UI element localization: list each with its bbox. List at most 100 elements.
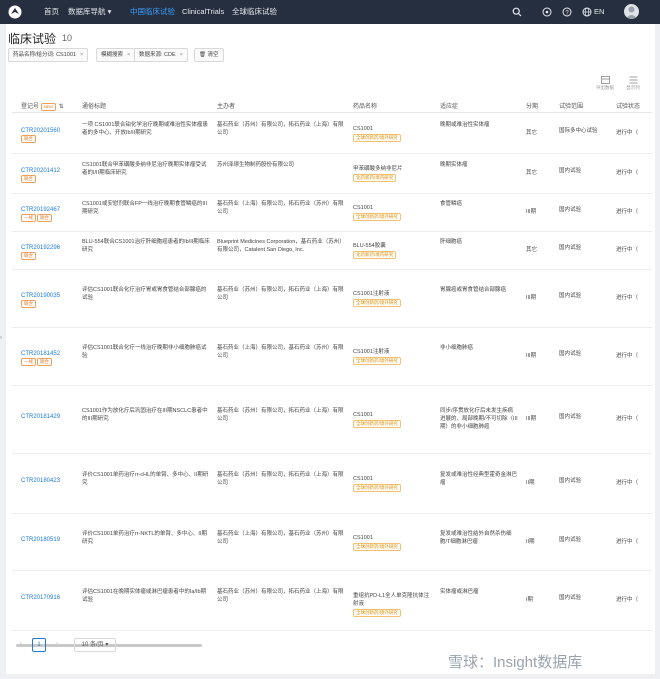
drug-name: 重组抗PD-L1全人单克隆抗体注射液 [353, 593, 430, 607]
search-icon[interactable] [512, 7, 522, 17]
trial-title[interactable]: 一项 CS1001联合铂化学治疗晚期或难治性实体瘤患者的多中心、开放Ib/II期… [82, 121, 210, 145]
filter-chip-source[interactable]: 数据来源: CDE × [134, 48, 188, 62]
table-row[interactable]: CTR20180423 评价CS1001单药治疗rr-cHL的单臂、多中心、II期… [12, 453, 652, 514]
clear-filters-button[interactable]: 🗑 清空 [194, 48, 224, 62]
table-row[interactable]: CTR20192467 一线 联合 CS1001或安慰剂联合FP一线治疗晚期食管鳞癌的… [12, 193, 652, 232]
trial-status: 进行中（ [616, 353, 639, 359]
trial-badge: 联合 [21, 300, 36, 308]
table-row[interactable]: CTR20201560 联合 一项 CS1001联合铂化学治疗晚期或难治性实体瘤患者… [12, 113, 652, 154]
registration-number-link[interactable]: CTR20201412 [21, 168, 60, 174]
watermark: 雪球：Insight数据库 [448, 654, 583, 671]
message-icon[interactable] [542, 7, 552, 17]
trial-scope: 国内试验 [559, 293, 582, 299]
trial-scope: 国内试验 [559, 168, 582, 174]
result-count: 10 [62, 33, 73, 43]
indication: 实体瘤或淋巴瘤 [440, 589, 479, 595]
registration-number-link[interactable]: CTR20180519 [21, 537, 60, 543]
drug-name: 甲苯磺酸多纳非尼片 [353, 166, 403, 172]
table-row[interactable]: CTR20181429 CS1001作为放化疗后巩固治疗在III期NSCLC患者中… [12, 385, 652, 454]
registration-number-link[interactable]: CTR20181429 [21, 414, 60, 420]
sort-icon[interactable]: ⇅ [59, 104, 64, 110]
close-icon[interactable]: × [127, 52, 130, 58]
trial-title[interactable]: 评价CS1001单药治疗rr-cHL的单臂、多中心、II期研究 [82, 471, 210, 495]
sponsor: 基石药业（苏州）有限公司，拓石药业（上海）有限公司 [217, 408, 344, 422]
drug-name: BLU-554胶囊 [353, 243, 386, 249]
drug-category-tag: 全球创新药/境外研究 [353, 484, 401, 492]
trial-title[interactable]: CS1001或安慰剂联合FP一线治疗晚期食管鳞癌的III期研究 [82, 200, 210, 224]
trial-title[interactable]: 评估CS1001在晚期实体瘤或淋巴瘤患者中的Ia/Ib期试验 [82, 588, 210, 612]
trial-status: 进行中（ [616, 597, 639, 603]
nav-database-guide[interactable]: 数据库导航 ▾ [68, 0, 111, 24]
table-row[interactable]: CTR20170916 评估CS1001在晚期实体瘤或淋巴瘤患者中的Ia/Ib期试… [12, 570, 652, 631]
registration-number-link[interactable]: CTR20201560 [21, 128, 60, 134]
registration-number-link[interactable]: CTR20170916 [21, 595, 60, 601]
page-size-select[interactable]: 10 条/页 ▾ [74, 638, 116, 652]
filter-chip-drug[interactable]: 药品名称/给分词: CS1001 × [8, 48, 89, 62]
prev-page-button[interactable]: ‹ [16, 638, 26, 650]
logo-icon[interactable] [8, 5, 22, 19]
trial-title[interactable]: 评估CS1001联合化疗治疗胃或胃食管结合部腺癌的试验 [82, 286, 210, 310]
display-columns-button[interactable]: 显示列 [620, 76, 646, 91]
registration-number-link[interactable]: CTR20180423 [21, 478, 60, 484]
trial-status: 进行中（ [616, 538, 639, 545]
trial-status: 进行中（ [616, 295, 639, 301]
sponsor: 苏州泽璟生物制药股份有限公司 [217, 162, 295, 168]
trial-status: 进行中（ [616, 247, 639, 253]
page-title: 临床试验 [8, 32, 57, 46]
trash-icon: 🗑 [199, 52, 208, 58]
table-row[interactable]: CTR20190035 联合 评估CS1001联合化疗治疗胃或胃食管结合部腺癌的试验… [12, 269, 652, 328]
trial-title[interactable]: 评价CS1001单药治疗rr-NKTL的单臂、多中心、II期研究 [82, 530, 210, 554]
nav-home[interactable]: 首页 [44, 0, 59, 24]
sponsor: 基石药业（上海）有限公司，基石药业（苏州）有限公司 [217, 530, 344, 545]
sponsor: 基石药业（上海）有限公司，拓石药业（苏州）有限公司 [217, 201, 344, 215]
next-page-button[interactable]: › [52, 638, 62, 650]
table-row[interactable]: CTR20181452 一线 联合 评估CS1001联合化疗一线治疗晚期非小细胞肺癌试… [12, 327, 652, 386]
table-row[interactable]: CTR20192296 联合 BLU-554联合CS1001治疗肝细胞癌患者的Ib/… [12, 231, 652, 270]
nav-clinicaltrials[interactable]: ClinicalTrials [182, 0, 224, 24]
user-avatar[interactable] [624, 4, 639, 19]
trial-status: 进行中（ [616, 170, 639, 176]
registration-number-link[interactable]: CTR20181452 [21, 351, 60, 357]
indication: 晚期实体瘤 [440, 162, 468, 168]
phase: II期 [526, 480, 535, 486]
drug-category-tag: 全球创新药/境外研究 [353, 213, 401, 221]
help-icon[interactable]: ? [562, 7, 572, 17]
globe-icon[interactable] [582, 7, 592, 17]
phase: II期 [526, 538, 535, 545]
drug-category-tag: 全球创新药/境外研究 [353, 299, 401, 307]
filter-chip-fuzzy[interactable]: 模糊搜索 × [96, 48, 136, 62]
trial-title[interactable]: CS1001联合甲苯磺酸多纳非尼治疗晚期实体瘤受试者的I/II期临床研究 [82, 161, 210, 185]
drug-name: CS1001 [353, 534, 373, 541]
drug-category-tag: 全球创新药/境外研究 [353, 420, 401, 428]
export-data-button[interactable]: 导出数据 [592, 76, 618, 91]
language-switch[interactable]: EN [594, 0, 604, 24]
nav-china-clinical-trials[interactable]: 中国临床试验 [130, 0, 175, 24]
trial-badge: 联合 [21, 252, 36, 260]
close-icon[interactable]: × [80, 52, 83, 58]
sponsor: 基石药业（苏州）有限公司，拓石药业（上海）有限公司 [217, 122, 344, 136]
collapse-arrow-icon[interactable]: › [0, 335, 2, 341]
indication: 肝细胞癌 [440, 239, 463, 245]
drug-name: CS1001 [353, 205, 373, 211]
page-1-button[interactable]: 1 [32, 638, 46, 652]
phase: 其它 [526, 170, 538, 176]
col-status: 试验状态 [616, 104, 641, 110]
trial-status: 进行中（ [616, 416, 639, 422]
trial-title[interactable]: 评估CS1001联合化疗一线治疗晚期非小细胞肺癌试验 [82, 344, 210, 368]
trials-table: 登记号 NEW ⇅ 通俗标题 主办者 药品名称 适应症 分期 试验范围 试验状态… [12, 96, 652, 636]
trial-title[interactable]: CS1001作为放化疗后巩固治疗在III期NSCLC患者中的III期研究 [82, 407, 210, 431]
nav-global-clinical-trials[interactable]: 全球临床试验 [232, 0, 277, 24]
registration-number-link[interactable]: CTR20192467 [21, 207, 60, 213]
close-icon[interactable]: × [180, 52, 183, 58]
phase: III期 [526, 416, 537, 422]
registration-number-link[interactable]: CTR20190035 [21, 293, 60, 299]
drug-category-tag: 化药新药/境内研究 [353, 174, 397, 182]
phase: I期 [526, 597, 534, 603]
indication: 非小细胞肺癌 [440, 345, 474, 351]
table-row[interactable]: CTR20201412 联合 CS1001联合甲苯磺酸多纳非尼治疗晚期实体瘤受试者的… [12, 153, 652, 194]
registration-number-link[interactable]: CTR20192296 [21, 245, 60, 251]
table-row[interactable]: CTR20180519 评价CS1001单药治疗rr-NKTL的单臂、多中心、II… [12, 513, 652, 571]
trial-title[interactable]: BLU-554联合CS1001治疗肝细胞癌患者的Ib/II期临床研究 [82, 238, 210, 262]
sponsor: 基石药业（苏州）有限公司，拓石药业（上海）有限公司 [217, 287, 344, 301]
col-reg[interactable]: 登记号 NEW ⇅ [21, 101, 64, 111]
